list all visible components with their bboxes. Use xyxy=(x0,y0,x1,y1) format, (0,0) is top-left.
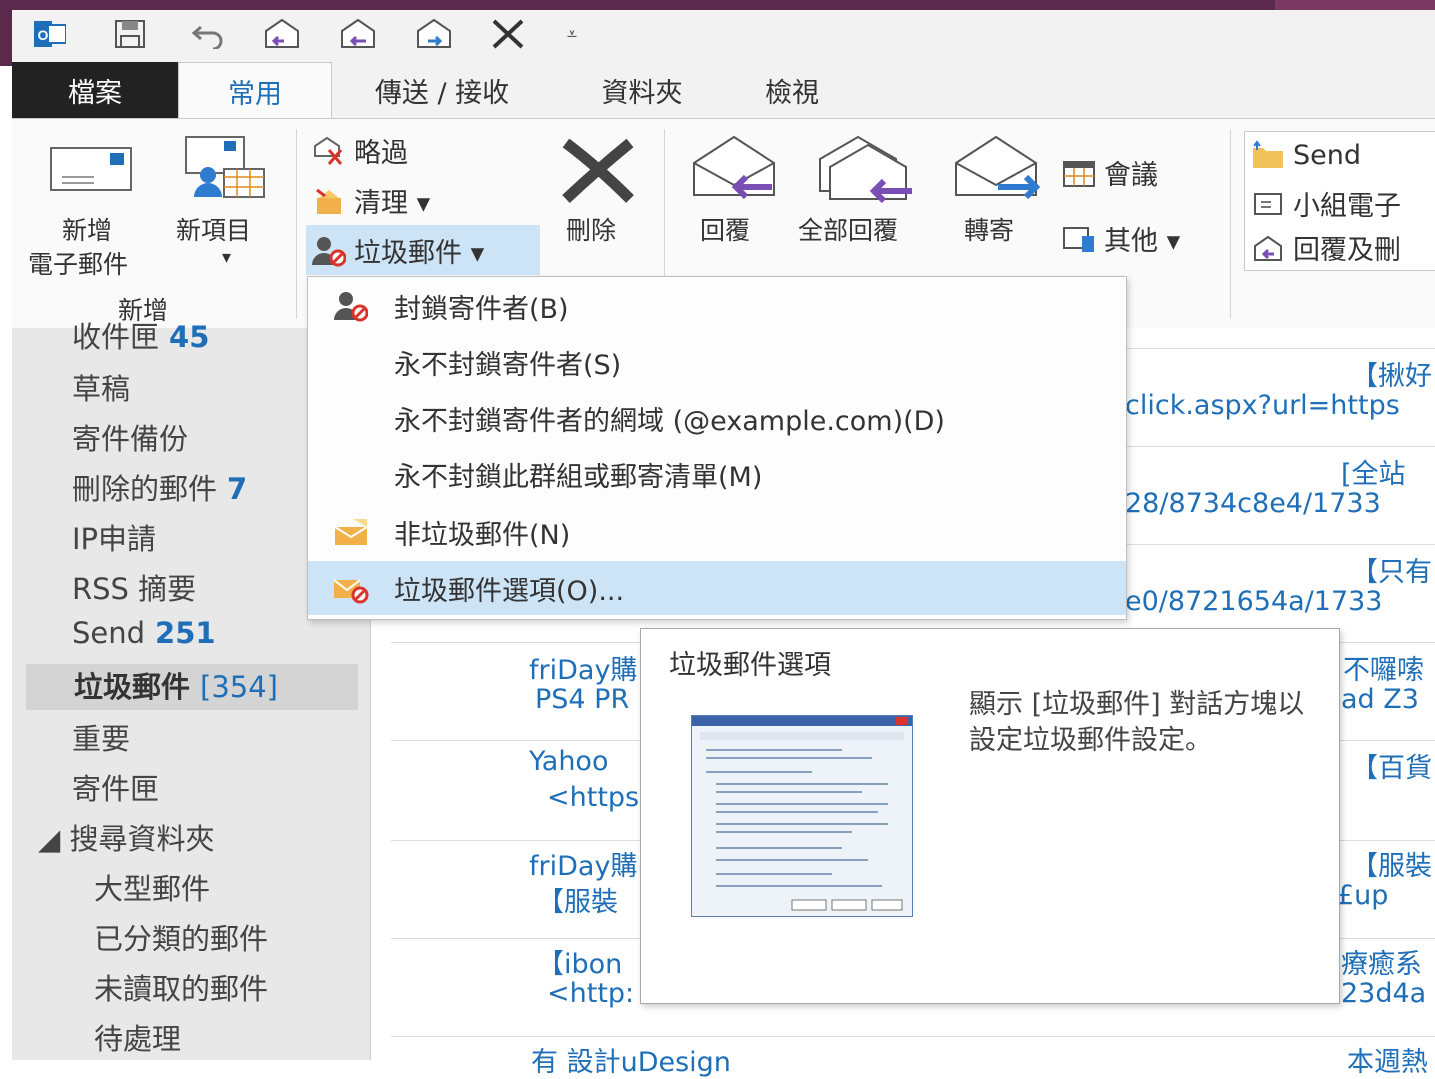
ribbon-tabs: 檔案 常用 傳送 / 接收 資料夾 檢視 xyxy=(12,62,1435,120)
message-preview[interactable]: click.aspx?url=https xyxy=(1125,390,1400,421)
message-preview[interactable]: <http: xyxy=(547,978,634,1009)
menu-item-never-block-domain[interactable]: 永不封鎖寄件者的網域 (@example.com)(D) xyxy=(308,391,1126,445)
reply-all-big-icon[interactable] xyxy=(818,135,914,205)
message-preview[interactable]: £up xyxy=(1337,880,1388,911)
folder-outbox[interactable]: 寄件匣 xyxy=(72,766,159,808)
message-preview[interactable]: 28/8734c8e4/1733 xyxy=(1125,488,1381,519)
folder-rss[interactable]: RSS 摘要 xyxy=(72,566,196,608)
folder-ip-request[interactable]: IP申請 xyxy=(72,516,156,558)
message-preview[interactable]: <https xyxy=(547,782,639,813)
folder-deleted[interactable]: 刪除的郵件 7 xyxy=(72,466,247,508)
folder-inbox[interactable]: 收件匣 45 xyxy=(72,314,209,356)
reply-delete-icon xyxy=(1251,231,1285,265)
message-subject[interactable]: 療癒系 xyxy=(1341,942,1422,981)
new-items-icon[interactable] xyxy=(184,135,268,201)
message-subject[interactable]: 不囉嗦 xyxy=(1343,648,1424,687)
junk-button[interactable]: 垃圾郵件 ▾ xyxy=(312,231,484,270)
message-preview[interactable]: 【服裝 xyxy=(537,880,618,919)
forward-big-icon[interactable] xyxy=(954,135,1044,205)
message-subject[interactable]: [全站 xyxy=(1341,452,1406,491)
ribbon-separator xyxy=(296,129,297,319)
message-preview[interactable]: e0/8721654a/1733 xyxy=(1125,586,1383,617)
message-preview[interactable]: 23d4a xyxy=(1341,978,1426,1009)
folder-move-icon xyxy=(1251,138,1285,172)
tab-file[interactable]: 檔案 xyxy=(12,62,178,118)
new-items-arrow[interactable]: ▾ xyxy=(222,247,231,268)
junk-options-dialog-thumbnail xyxy=(691,715,913,917)
message-subject[interactable]: 【百貨 xyxy=(1351,746,1432,785)
folder-followup[interactable]: 待處理 xyxy=(94,1016,181,1058)
team-email-icon xyxy=(1251,187,1285,221)
not-junk-icon xyxy=(308,517,394,547)
outlook-icon: O xyxy=(30,14,70,54)
folder-categorized[interactable]: 已分類的郵件 xyxy=(94,916,268,958)
tab-view[interactable]: 檢視 xyxy=(742,62,842,118)
junk-options-icon xyxy=(308,572,394,604)
new-email-label-2[interactable]: 電子郵件 xyxy=(28,245,128,281)
message-sender[interactable]: friDay購 xyxy=(529,648,637,687)
svg-text:O: O xyxy=(38,27,49,43)
meeting-icon xyxy=(1062,156,1096,190)
tooltip-description: 顯示 [垃圾郵件] 對話方塊以設定垃圾郵件設定。 xyxy=(969,689,1305,756)
menu-item-block-sender[interactable]: 封鎖寄件者(B) xyxy=(308,279,1126,333)
folder-search-folders[interactable]: ◢ 搜尋資料夾 xyxy=(38,816,215,858)
quickstep-reply-delete[interactable]: 回覆及刪 xyxy=(1251,228,1401,267)
reply-all-icon[interactable] xyxy=(338,14,378,54)
message-subject[interactable]: 【揪好 xyxy=(1351,354,1432,393)
quick-steps-gallery: Send 小組電子 回覆及刪 xyxy=(1244,131,1435,271)
save-icon[interactable] xyxy=(110,14,150,54)
tooltip-title: 垃圾郵件選項 xyxy=(669,650,831,681)
junk-options-tooltip: 垃圾郵件選項 顯示 [垃圾郵件] 對話方塊以設定垃圾郵件設定。 xyxy=(640,628,1340,1004)
reply-button[interactable]: 回覆 xyxy=(700,211,750,247)
quickstep-send[interactable]: Send xyxy=(1251,138,1361,172)
menu-item-never-block-group[interactable]: 永不封鎖此群組或郵寄清單(M) xyxy=(308,447,1126,501)
more-button[interactable]: 其他 ▾ xyxy=(1062,219,1180,258)
menu-item-not-junk[interactable]: 非垃圾郵件(N) xyxy=(308,505,1126,559)
meeting-button[interactable]: 會議 xyxy=(1062,153,1158,192)
folder-send[interactable]: Send 251 xyxy=(72,616,216,650)
ribbon-separator xyxy=(1230,129,1231,319)
message-subject[interactable]: 【服裝 xyxy=(1351,844,1432,883)
reply-big-icon[interactable] xyxy=(692,135,776,205)
folder-drafts[interactable]: 草稿 xyxy=(72,366,130,408)
folder-junk[interactable]: 垃圾郵件 [354] xyxy=(26,664,358,710)
message-sender[interactable]: friDay購 xyxy=(529,844,637,883)
folder-large-mail[interactable]: 大型郵件 xyxy=(94,866,210,908)
customize-icon[interactable]: ⩡ xyxy=(552,14,592,54)
menu-item-junk-options[interactable]: 垃圾郵件選項(O)... xyxy=(308,561,1126,615)
message-sender[interactable]: Yahoo xyxy=(529,746,608,777)
delete-icon[interactable] xyxy=(488,14,528,54)
message-preview[interactable]: ad Z3 xyxy=(1341,684,1419,715)
reply-icon[interactable] xyxy=(262,14,302,54)
delete-big-icon[interactable] xyxy=(558,138,638,204)
message-preview[interactable]: PS4 PR xyxy=(535,684,629,715)
undo-icon[interactable] xyxy=(188,14,228,54)
folder-important[interactable]: 重要 xyxy=(72,716,130,758)
message-subject[interactable]: 【只有 xyxy=(1351,550,1432,589)
new-email-button[interactable]: 新增 xyxy=(62,211,112,247)
new-items-button[interactable]: 新項目 xyxy=(176,211,251,247)
forward-icon[interactable] xyxy=(414,14,454,54)
title-bar: O ⩡ xyxy=(0,0,1435,66)
junk-icon xyxy=(312,234,346,268)
delete-button[interactable]: 刪除 xyxy=(566,211,616,247)
junk-dropdown-menu: 封鎖寄件者(B) 永不封鎖寄件者(S) 永不封鎖寄件者的網域 (@example… xyxy=(307,276,1127,620)
block-sender-icon xyxy=(308,290,394,322)
tab-send-receive[interactable]: 傳送 / 接收 xyxy=(342,62,542,118)
more-icon xyxy=(1062,222,1096,256)
ignore-button[interactable]: 略過 xyxy=(312,131,408,170)
message-sender[interactable]: 【ibon xyxy=(537,942,622,981)
new-email-icon[interactable] xyxy=(50,147,132,191)
folder-unread[interactable]: 未讀取的郵件 xyxy=(94,966,268,1008)
tab-folder[interactable]: 資料夾 xyxy=(572,62,712,118)
ignore-icon xyxy=(312,134,346,168)
menu-item-never-block-sender[interactable]: 永不封鎖寄件者(S) xyxy=(308,335,1126,389)
cleanup-button[interactable]: 清理 ▾ xyxy=(312,181,430,220)
cleanup-icon xyxy=(312,184,346,218)
reply-all-button[interactable]: 全部回覆 xyxy=(798,211,898,247)
quickstep-team-email[interactable]: 小組電子 xyxy=(1251,184,1401,223)
tab-home[interactable]: 常用 xyxy=(178,62,332,120)
forward-button[interactable]: 轉寄 xyxy=(964,211,1014,247)
folder-sent[interactable]: 寄件備份 xyxy=(72,416,188,458)
